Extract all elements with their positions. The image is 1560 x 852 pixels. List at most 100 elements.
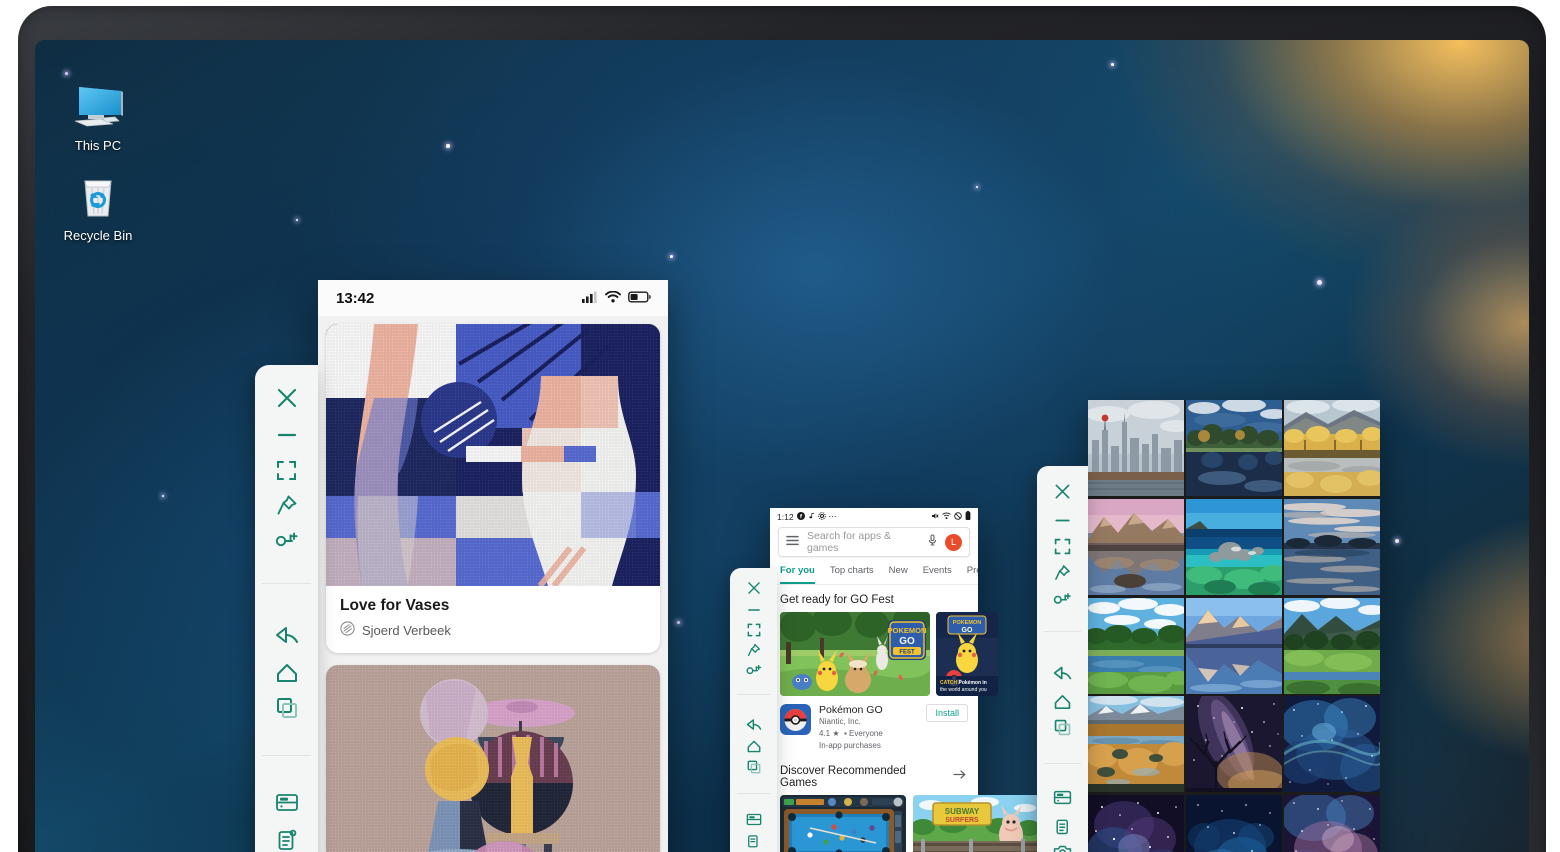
recommended-games[interactable]: 8 8 Ball Pool Sports • Billiards 4.4★ <box>770 795 1039 852</box>
keyboard-icon[interactable] <box>255 782 318 822</box>
photo-milky-way-tree[interactable] <box>1186 696 1282 793</box>
fullscreen-icon[interactable] <box>1037 533 1088 559</box>
go-fest-banners[interactable]: POKEMON GO FEST POKEMON GO CATCH Pokémon… <box>770 612 998 696</box>
svg-text:the world around you: the world around you <box>940 687 987 693</box>
avatar[interactable]: L <box>945 533 962 551</box>
clipboard-icon[interactable] <box>730 831 777 851</box>
photo-golden-wetland[interactable] <box>1088 696 1184 793</box>
featured-app-rating: 4.1 ★ ▪ Everyone <box>819 729 883 738</box>
svg-text:POKEMON: POKEMON <box>953 620 981 626</box>
svg-text:SURFERS: SURFERS <box>945 817 979 824</box>
fullscreen-icon[interactable] <box>255 453 318 488</box>
pin-icon[interactable] <box>255 488 318 523</box>
photo-grid[interactable] <box>1088 400 1380 852</box>
tab-events[interactable]: Events <box>923 565 952 584</box>
play-search-bar[interactable]: Search for apps & games L <box>778 527 970 557</box>
mute-icon <box>931 512 939 522</box>
wifi-icon <box>942 512 951 522</box>
wifi-icon <box>605 290 621 307</box>
tab-premium[interactable]: Pre <box>967 565 978 584</box>
tab-for-you[interactable]: For you <box>780 565 815 584</box>
photo-golden-forest-river[interactable] <box>1284 400 1380 497</box>
minimize-icon[interactable] <box>255 418 318 453</box>
desktop-icon-recycle-bin[interactable]: Recycle Bin <box>50 168 146 244</box>
play-clock: 1:12 <box>777 511 794 522</box>
game-card[interactable]: 8 8 Ball Pool Sports • Billiards 4.4★ <box>780 795 906 852</box>
photo-purple-galaxy[interactable] <box>1088 795 1184 852</box>
photo-deep-blue-nebula[interactable] <box>1186 795 1282 852</box>
photo-city-skyline[interactable] <box>1088 400 1184 497</box>
laptop-screen: This PC Recycle Bin 13:42 Love for Vases… <box>35 40 1529 852</box>
artwork-author-name: Sjoerd Verbeek <box>362 622 451 638</box>
home-icon[interactable] <box>730 737 777 757</box>
microphone-icon[interactable] <box>928 533 937 551</box>
section-title-go-fest: Get ready for GO Fest <box>780 594 894 606</box>
tab-top-charts[interactable]: Top charts <box>830 565 874 584</box>
back-icon[interactable] <box>1037 657 1088 688</box>
keyboard-icon[interactable] <box>730 808 777 831</box>
svg-text:GO: GO <box>962 627 973 634</box>
artwork-author: Sjoerd Verbeek <box>340 621 646 639</box>
minimize-icon[interactable] <box>1037 507 1088 533</box>
recents-icon[interactable] <box>255 690 318 725</box>
artwork-card[interactable] <box>326 665 660 852</box>
hamburger-icon[interactable] <box>786 533 799 551</box>
photo-autumn-lake-reflection[interactable] <box>1186 400 1282 497</box>
close-icon[interactable] <box>1037 476 1088 507</box>
pin-icon[interactable] <box>730 640 777 660</box>
clipboard-icon[interactable] <box>1037 813 1088 839</box>
keyboard-icon[interactable] <box>1037 782 1088 813</box>
gallery-toolbar[interactable] <box>1037 466 1088 852</box>
fullscreen-icon[interactable] <box>730 620 777 640</box>
mirror-toolbar[interactable] <box>255 365 318 852</box>
pokemon-catch-banner[interactable]: POKEMON GO CATCH Pokémon in the world ar… <box>936 612 998 696</box>
arrow-right-icon[interactable] <box>953 767 966 785</box>
svg-text:GO: GO <box>899 636 915 647</box>
close-icon[interactable] <box>255 378 318 418</box>
play-store-toolbar[interactable] <box>730 568 777 852</box>
photo-turquoise-coast[interactable] <box>1186 498 1282 596</box>
phone-content: Love for Vases Sjoerd Verbeek <box>318 316 668 852</box>
add-device-icon[interactable] <box>255 523 318 558</box>
photo-valley-meadow[interactable] <box>1284 597 1380 695</box>
back-icon[interactable] <box>255 616 318 656</box>
clipboard-icon[interactable] <box>255 822 318 852</box>
play-search-placeholder[interactable]: Search for apps & games <box>807 530 920 554</box>
featured-app-row[interactable]: Pokémon GO Niantic, Inc. 4.1 ★ ▪ Everyon… <box>770 696 978 756</box>
play-tabs[interactable]: For you Top charts New Events Pre <box>770 557 978 585</box>
photo-cloud-streak-lake[interactable] <box>1284 498 1380 596</box>
photo-pink-blue-nebula[interactable] <box>1284 795 1380 852</box>
photo-peak-reflection[interactable] <box>1186 597 1282 695</box>
trash-icon <box>50 168 146 224</box>
photo-blue-nebula-aurora[interactable] <box>1284 696 1380 793</box>
section-title-recommended-games: Discover Recommended Games <box>780 765 906 789</box>
recents-icon[interactable] <box>730 757 777 777</box>
monitor-icon <box>50 78 146 134</box>
phone-status-bar: 13:42 <box>318 280 668 316</box>
game-card[interactable]: SUBWAY SURFERS <box>913 795 1039 852</box>
add-device-icon[interactable] <box>1037 586 1088 612</box>
close-icon[interactable] <box>730 576 777 599</box>
home-icon[interactable] <box>255 655 318 690</box>
behance-icon <box>340 621 355 639</box>
back-icon[interactable] <box>730 713 777 736</box>
photo-green-meadow-pond[interactable] <box>1088 597 1184 695</box>
artwork-title: Love for Vases <box>340 597 450 614</box>
home-icon[interactable] <box>1037 688 1088 714</box>
screenshot-icon[interactable] <box>1037 839 1088 852</box>
pokemon-go-fest-banner[interactable]: POKEMON GO FEST <box>780 612 930 696</box>
settings-icon <box>817 511 826 522</box>
add-device-icon[interactable] <box>730 660 777 680</box>
play-store-window[interactable]: 1:12 ⋯ Search for apps & games L For you… <box>770 508 1039 852</box>
pin-icon[interactable] <box>1037 560 1088 586</box>
desktop-icon-this-pc[interactable]: This PC <box>50 78 146 154</box>
install-button[interactable]: Install <box>926 704 968 722</box>
battery-icon <box>628 290 652 307</box>
tab-new[interactable]: New <box>889 565 908 584</box>
recents-icon[interactable] <box>1037 715 1088 741</box>
gallery-window[interactable] <box>1088 400 1380 852</box>
photo-pink-mountain-lake[interactable] <box>1088 498 1184 596</box>
phone-mirror-window[interactable]: 13:42 Love for Vases Sjoerd Verbeek <box>318 280 668 852</box>
artwork-card[interactable]: Love for Vases Sjoerd Verbeek <box>326 324 660 653</box>
minimize-icon[interactable] <box>730 599 777 619</box>
